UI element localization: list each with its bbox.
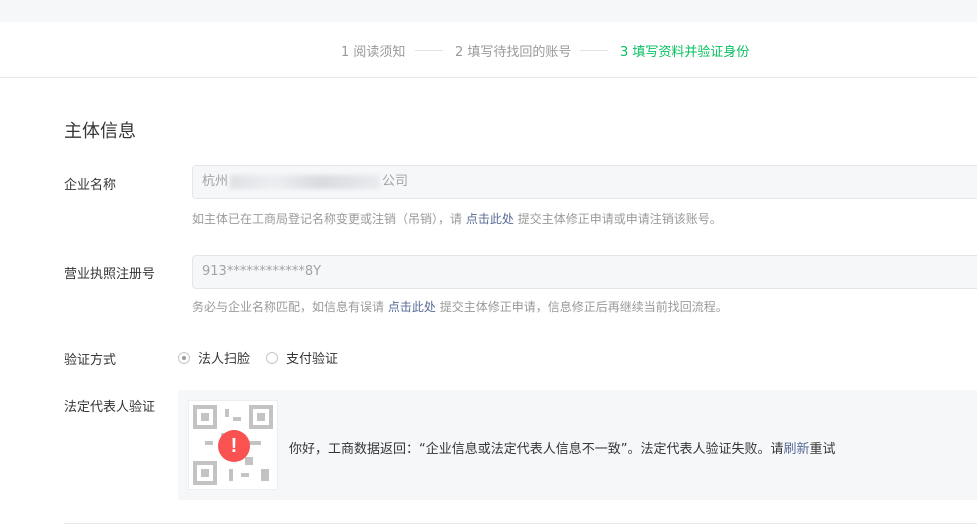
radio-label: 支付验证	[286, 352, 339, 367]
exclamation-icon: !	[218, 430, 250, 462]
error-text: 重试	[809, 442, 836, 457]
divider	[64, 523, 977, 524]
company-name-field[interactable]: 杭州 公司	[192, 165, 977, 199]
step-divider	[415, 50, 443, 51]
license-correction-link[interactable]: 点击此处	[388, 300, 436, 314]
error-text: 你好，工商数据返回：“企业信息或法定代表人信息不一致”。法定代表人验证失败。请	[289, 442, 784, 457]
company-name-prefix: 杭州	[202, 174, 229, 189]
top-bar	[0, 0, 977, 22]
company-name-hint: 如主体已在工商局登记名称变更或注销（吊销），请 点击此处 提交主体修正申请或申请…	[192, 210, 722, 227]
company-name-label: 企业名称	[64, 178, 117, 193]
company-name-suffix: 公司	[382, 174, 409, 189]
step-divider	[580, 50, 608, 51]
radio-checked-icon	[178, 351, 190, 364]
step-2: 2 填写待找回的账号	[455, 45, 572, 60]
legal-rep-verify-panel: ! 你好，工商数据返回：“企业信息或法定代表人信息不一致”。法定代表人验证失败。…	[178, 390, 977, 500]
hint-text: 提交主体修正申请或申请注销该账号。	[517, 212, 722, 226]
license-number-hint: 务必与企业名称匹配，如信息有误请 点击此处 提交主体修正申请，信息修正后再继续当…	[192, 298, 728, 315]
qr-code: !	[188, 400, 278, 490]
hint-text: 如主体已在工商局登记名称变更或注销（吊销），请	[192, 212, 463, 226]
company-correction-link[interactable]: 点击此处	[466, 212, 514, 226]
step-3: 3 填写资料并验证身份	[620, 45, 750, 60]
refresh-link[interactable]: 刷新	[783, 442, 809, 457]
verify-method-options: 法人扫脸 支付验证	[178, 348, 354, 367]
radio-face-scan[interactable]: 法人扫脸	[178, 348, 250, 367]
radio-label: 法人扫脸	[198, 352, 251, 367]
step-1: 1 阅读须知	[341, 45, 406, 60]
step-progress: 1 阅读须知 2 填写待找回的账号 3 填写资料并验证身份	[0, 22, 977, 78]
radio-payment[interactable]: 支付验证	[266, 348, 338, 367]
verify-error-message: 你好，工商数据返回：“企业信息或法定代表人信息不一致”。法定代表人验证失败。请刷…	[289, 438, 836, 457]
hint-text: 务必与企业名称匹配，如信息有误请	[192, 300, 385, 314]
section-title: 主体信息	[64, 121, 136, 142]
license-number-field[interactable]: 913************8Y	[192, 255, 977, 289]
license-number-label: 营业执照注册号	[64, 267, 156, 282]
radio-unchecked-icon	[266, 351, 279, 364]
redacted-mask	[230, 174, 381, 189]
verify-method-label: 验证方式	[64, 353, 117, 368]
legal-rep-label: 法定代表人验证	[64, 400, 156, 415]
hint-text: 提交主体修正申请，信息修正后再继续当前找回流程。	[439, 300, 728, 314]
